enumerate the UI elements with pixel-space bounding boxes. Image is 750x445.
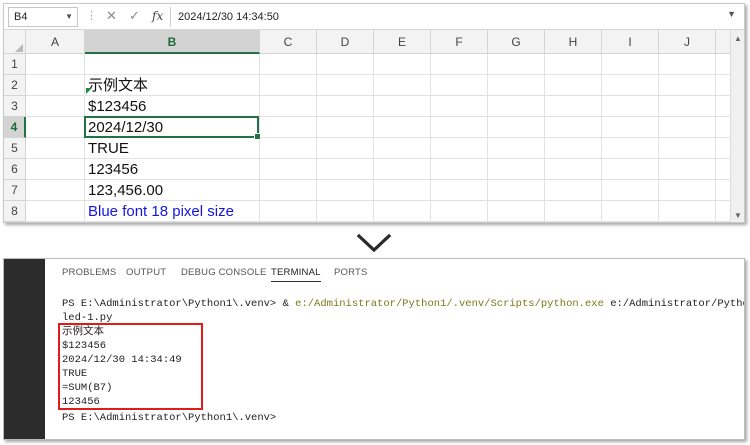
row-header-5[interactable]: 5 <box>4 138 26 159</box>
column-header-d[interactable]: D <box>317 30 374 54</box>
function-icon[interactable]: fx <box>152 8 163 24</box>
cell-b2[interactable]: 示例文本 <box>85 75 258 96</box>
formula-bar: B4 ▼ ⋮ ✕ ✓ fx 2024/12/30 14:34:50 ▼ <box>4 4 744 30</box>
cancel-icon[interactable]: ✕ <box>106 8 117 24</box>
cell-b6[interactable]: 123456 <box>85 159 258 180</box>
row-header-1[interactable]: 1 <box>4 54 26 75</box>
column-header-g[interactable]: G <box>488 30 545 54</box>
row-header-8[interactable]: 8 <box>4 201 26 222</box>
column-header-a[interactable]: A <box>26 30 85 54</box>
column-header-b[interactable]: B <box>85 30 260 54</box>
row-header-4[interactable]: 4 <box>4 117 26 138</box>
formula-input[interactable]: 2024/12/30 14:34:50 <box>178 8 279 26</box>
terminal-final-prompt[interactable]: PS E:\Administrator\Python1\.venv> <box>62 411 276 425</box>
highlight-box <box>58 323 203 410</box>
excel-window: B4 ▼ ⋮ ✕ ✓ fx 2024/12/30 14:34:50 ▼ A B … <box>3 3 745 223</box>
chevron-down-icon <box>356 233 392 253</box>
tab-output[interactable]: OUTPUT <box>126 265 166 281</box>
terminal-panel: PROBLEMS OUTPUT DEBUG CONSOLE TERMINAL P… <box>3 258 745 440</box>
column-header-i[interactable]: I <box>602 30 659 54</box>
cell-b8[interactable]: Blue font 18 pixel size <box>85 201 258 222</box>
column-headers: A B C D E F G H I J <box>4 30 744 54</box>
select-all-button[interactable] <box>4 30 26 54</box>
column-header-f[interactable]: F <box>431 30 488 54</box>
cell-b3[interactable]: $123456 <box>85 96 258 117</box>
check-icon[interactable]: ✓ <box>129 8 140 24</box>
tab-ports[interactable]: PORTS <box>334 265 368 281</box>
terminal-command-line: PS E:\Administrator\Python1\.venv> & e:/… <box>62 297 745 311</box>
row-header-6[interactable]: 6 <box>4 159 26 180</box>
column-header-e[interactable]: E <box>374 30 431 54</box>
tab-debug-console[interactable]: DEBUG CONSOLE <box>181 265 266 281</box>
tab-terminal[interactable]: TERMINAL <box>271 265 321 282</box>
script-path: e:/Administrator/Python1/Untit <box>610 298 745 310</box>
cell-indicator-mark <box>86 88 92 94</box>
column-header-h[interactable]: H <box>545 30 602 54</box>
scroll-down-icon[interactable]: ▼ <box>734 211 742 220</box>
grip-icon: ⋮ <box>86 10 97 22</box>
scroll-up-icon[interactable]: ▲ <box>734 34 742 43</box>
name-box-value: B4 <box>14 11 28 23</box>
cell-b5[interactable]: TRUE <box>85 138 258 159</box>
divider <box>170 7 171 27</box>
name-box[interactable]: B4 ▼ <box>8 7 78 27</box>
active-cell-cursor[interactable] <box>84 116 261 140</box>
vertical-scrollbar[interactable]: ▲ ▼ <box>730 30 744 222</box>
column-header-j[interactable]: J <box>659 30 716 54</box>
row-header-7[interactable]: 7 <box>4 180 26 201</box>
prompt-text: PS E:\Administrator\Python1\.venv> & <box>62 298 296 310</box>
chevron-down-icon[interactable]: ▼ <box>727 9 736 19</box>
python-exe-path: e:/Administrator/Python1/.venv/Scripts/p… <box>295 298 604 310</box>
column-header-c[interactable]: C <box>260 30 317 54</box>
chevron-down-icon[interactable]: ▼ <box>65 8 73 26</box>
tab-problems[interactable]: PROBLEMS <box>62 265 116 281</box>
row-header-3[interactable]: 3 <box>4 96 26 117</box>
cell-b7[interactable]: 123,456.00 <box>85 180 258 201</box>
row-header-2[interactable]: 2 <box>4 75 26 96</box>
cell-grid[interactable]: 示例文本 $123456 2024/12/30 TRUE 123456 123,… <box>26 54 744 222</box>
activity-bar <box>4 259 45 439</box>
